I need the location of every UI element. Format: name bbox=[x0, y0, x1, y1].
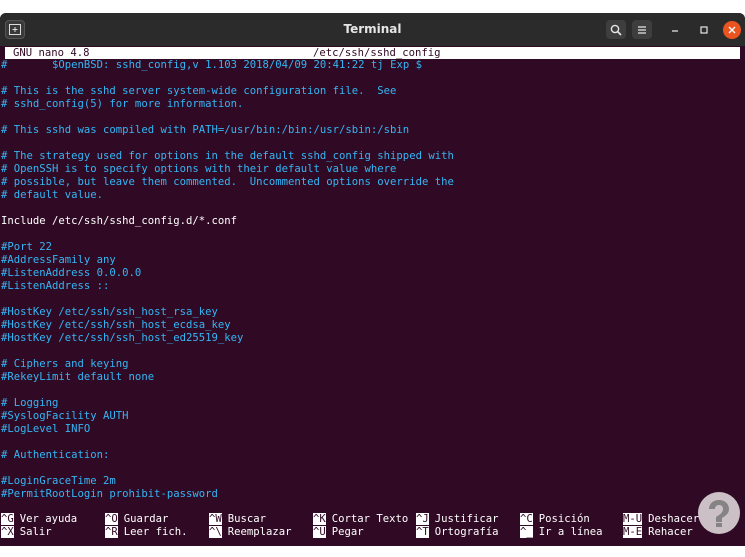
comment-line: # Authentication: bbox=[1, 449, 110, 461]
comment-line: #AddressFamily any bbox=[1, 254, 116, 266]
shortcut-item: ^W Buscar bbox=[209, 513, 266, 526]
shortcut-label: Salir bbox=[19, 526, 52, 538]
comment-line: #LogLevel INFO bbox=[1, 423, 91, 435]
comment-line: # This sshd was compiled with PATH=/usr/… bbox=[1, 124, 410, 136]
shortcut-label: Guardar bbox=[123, 513, 169, 525]
shortcut-key: M-E bbox=[623, 526, 643, 538]
shortcut-key: ^G bbox=[1, 513, 14, 525]
shortcut-key: ^O bbox=[105, 513, 118, 525]
shortcut-label: Pegar bbox=[331, 526, 364, 538]
shortcut-label: Rehacer bbox=[648, 526, 693, 538]
comment-line: #PermitRootLogin prohibit-password bbox=[1, 488, 218, 500]
search-icon[interactable] bbox=[606, 20, 626, 39]
shortcut-item: ^O Guardar bbox=[105, 513, 168, 526]
comment-line: # The strategy used for options in the d… bbox=[1, 150, 454, 162]
comment-line: #ListenAddress :: bbox=[1, 280, 110, 292]
shortcut-label: Leer fich. bbox=[123, 526, 188, 538]
hamburger-menu-icon[interactable] bbox=[632, 20, 652, 39]
comment-line: #HostKey /etc/ssh/ssh_host_rsa_key bbox=[1, 306, 218, 318]
shortcut-key: ^\ bbox=[209, 526, 222, 538]
comment-line: # default value. bbox=[1, 189, 104, 201]
shortcut-item: ^_ Ir a línea bbox=[520, 526, 603, 539]
shortcut-key: ^J bbox=[416, 513, 429, 525]
nano-header: GNU nano 4.8 /etc/ssh/sshd_config bbox=[5, 47, 740, 59]
solvetic-logo-icon bbox=[698, 492, 740, 534]
comment-line: #RekeyLimit default none bbox=[1, 371, 155, 383]
comment-line: #ListenAddress 0.0.0.0 bbox=[1, 267, 142, 279]
shortcut-key: ^U bbox=[313, 526, 326, 538]
shortcut-item: ^K Cortar Texto bbox=[313, 513, 408, 526]
shortcut-item: ^\ Reemplazar bbox=[209, 526, 292, 539]
minimize-icon[interactable] bbox=[665, 20, 685, 39]
shortcut-item: ^U Pegar bbox=[313, 526, 364, 539]
nano-version: GNU nano 4.8 bbox=[13, 47, 90, 59]
shortcut-item: ^X Salir bbox=[1, 526, 52, 539]
shortcut-item: ^R Leer fich. bbox=[105, 526, 188, 539]
title-bar: Terminal bbox=[0, 13, 745, 46]
comment-line: # $OpenBSD: sshd_config,v 1.103 2018/04/… bbox=[1, 59, 422, 71]
shortcut-item: ^T Ortografía bbox=[416, 526, 499, 539]
comment-line: #SyslogFacility AUTH bbox=[1, 410, 129, 422]
editor-buffer[interactable]: # $OpenBSD: sshd_config,v 1.103 2018/04/… bbox=[1, 59, 454, 501]
shortcut-bar: ^G Ver ayuda ^X Salir ^O Guardar ^R Leer fich. ^… bbox=[1, 513, 745, 539]
shortcut-key: ^_ bbox=[520, 526, 533, 538]
comment-line: #HostKey /etc/ssh/ssh_host_ecdsa_key bbox=[1, 319, 231, 331]
shortcut-item: ^C Posición bbox=[520, 513, 590, 526]
shortcut-item: M-U Deshacer bbox=[623, 513, 699, 526]
shortcut-label: Deshacer bbox=[648, 513, 700, 525]
terminal-window: Terminal GNU nano 4.8 /etc/ssh/sshd_conf… bbox=[0, 13, 745, 546]
shortcut-label: Posición bbox=[538, 513, 590, 525]
shortcut-key: ^R bbox=[105, 526, 118, 538]
comment-line: #LoginGraceTime 2m bbox=[1, 475, 116, 487]
shortcut-label: Reemplazar bbox=[227, 526, 292, 538]
shortcut-label: Ir a línea bbox=[538, 526, 603, 538]
comment-line: # This is the sshd server system-wide co… bbox=[1, 85, 397, 97]
shortcut-item: ^J Justificar bbox=[416, 513, 499, 526]
shortcut-item: ^G Ver ayuda bbox=[1, 513, 77, 526]
shortcut-key: ^T bbox=[416, 526, 429, 538]
comment-line: #Port 22 bbox=[1, 241, 53, 253]
terminal-area[interactable]: GNU nano 4.8 /etc/ssh/sshd_config # $Ope… bbox=[0, 46, 745, 546]
shortcut-label: Buscar bbox=[227, 513, 267, 525]
shortcut-key: ^K bbox=[313, 513, 326, 525]
comment-line: # Ciphers and keying bbox=[1, 358, 129, 370]
shortcut-key: ^W bbox=[209, 513, 222, 525]
shortcut-item: M-E Rehacer bbox=[623, 526, 693, 539]
comment-line: # Logging bbox=[1, 397, 59, 409]
comment-line: # possible, but leave them commented. Un… bbox=[1, 176, 454, 188]
shortcut-label: Cortar Texto bbox=[331, 513, 409, 525]
config-line: Include /etc/ssh/sshd_config.d/*.conf bbox=[1, 215, 237, 227]
close-icon[interactable] bbox=[723, 21, 741, 39]
shortcut-key: ^X bbox=[1, 526, 14, 538]
comment-line: # OpenSSH is to specify options with the… bbox=[1, 163, 397, 175]
shortcut-key: ^C bbox=[520, 513, 533, 525]
comment-line: #HostKey /etc/ssh/ssh_host_ed25519_key bbox=[1, 332, 244, 344]
shortcut-key: M-U bbox=[623, 513, 643, 525]
comment-line: # sshd_config(5) for more information. bbox=[1, 98, 244, 110]
file-name: /etc/ssh/sshd_config bbox=[313, 47, 441, 59]
maximize-icon[interactable] bbox=[694, 20, 714, 39]
shortcut-label: Justificar bbox=[434, 513, 499, 525]
shortcut-label: Ortografía bbox=[434, 526, 499, 538]
shortcut-label: Ver ayuda bbox=[19, 513, 78, 525]
